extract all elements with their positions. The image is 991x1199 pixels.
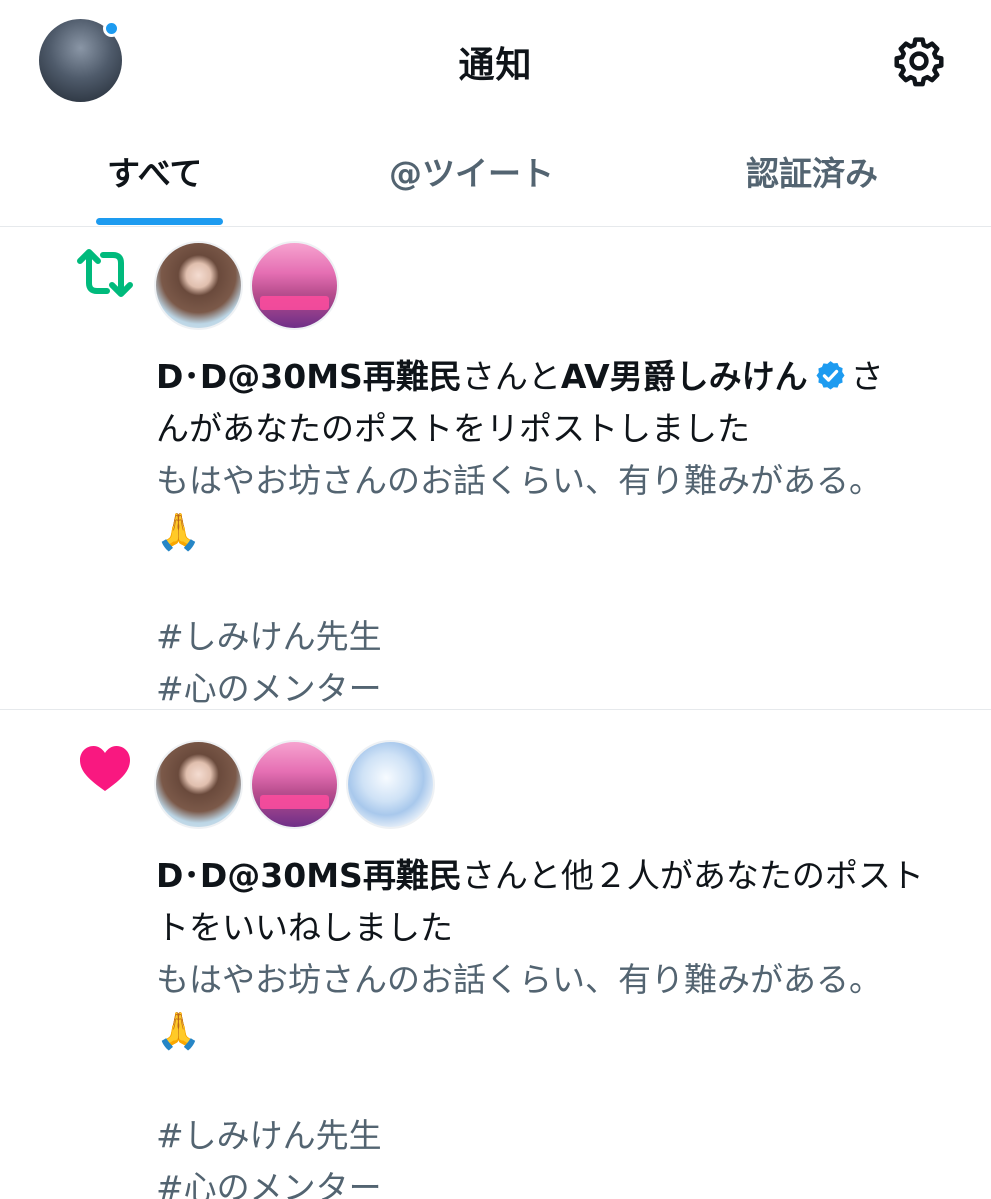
action-text: をいいねしました <box>189 908 453 947</box>
post-preview[interactable]: もはやお坊さんのお話くらい、有り難みがある。 🙏 #しみけん先生 #心のメンター <box>156 455 956 715</box>
avatar[interactable] <box>154 740 243 829</box>
notification-body: D･D@30MS再難民さんとAV男爵しみけん さんがあなたのポストをリポストしま… <box>156 351 956 715</box>
actor-name[interactable]: D･D@30MS再難民 <box>156 856 462 895</box>
tab-mentions[interactable]: @ツイート <box>389 147 554 195</box>
unread-indicator <box>103 20 120 37</box>
page-title: 通知 <box>458 45 533 86</box>
connector-text: さんと <box>461 357 561 396</box>
pray-emoji: 🙏 <box>156 1011 201 1052</box>
actor-name[interactable]: AV男爵しみけん <box>561 357 808 396</box>
avatar[interactable] <box>250 740 339 829</box>
actor-avatars <box>154 241 339 330</box>
notification-summary: D･D@30MS再難民さんとAV男爵しみけん さんがあなたのポストをリポストしま… <box>156 351 956 455</box>
heart-icon <box>80 746 130 791</box>
repost-icon <box>77 249 133 297</box>
action-text: さ <box>850 357 884 396</box>
action-text: んがあなたのポストをリポストしました <box>156 409 750 448</box>
action-text: ト <box>156 908 189 947</box>
notification-summary: D･D@30MS再難民さんと他２人があなたのポストトをいいねしました <box>156 850 956 954</box>
avatar[interactable] <box>250 241 339 330</box>
avatar[interactable] <box>346 740 435 829</box>
active-tab-indicator <box>96 218 223 225</box>
hashtag: #心のメンター <box>156 669 382 708</box>
tab-all[interactable]: すべて <box>107 147 202 195</box>
top-bar: 通知 <box>0 0 991 120</box>
tab-verified[interactable]: 認証済み <box>746 147 878 195</box>
hashtag: #心のメンター <box>156 1168 382 1199</box>
post-preview[interactable]: もはやお坊さんのお話くらい、有り難みがある。 🙏 #しみけん先生 #心のメンター <box>156 954 956 1199</box>
avatar[interactable] <box>154 241 243 330</box>
preview-text: もはやお坊さんのお話くらい、有り難みがある。 <box>156 461 882 500</box>
actor-name[interactable]: D･D@30MS再難民 <box>156 357 462 396</box>
gear-icon[interactable] <box>892 34 946 88</box>
notification-item[interactable]: D･D@30MS再難民さんとAV男爵しみけん さんがあなたのポストをリポストしま… <box>0 227 991 710</box>
preview-text: もはやお坊さんのお話くらい、有り難みがある。 <box>156 960 882 999</box>
hashtag: #しみけん先生 <box>156 617 382 656</box>
actor-avatars <box>154 740 435 829</box>
hashtag: #しみけん先生 <box>156 1116 382 1155</box>
verified-badge-icon <box>816 361 845 390</box>
notification-item[interactable]: D･D@30MS再難民さんと他２人があなたのポストトをいいねしました もはやお坊… <box>0 710 991 1199</box>
action-text: さんと他２人があなたのポスト <box>461 856 924 895</box>
notification-body: D･D@30MS再難民さんと他２人があなたのポストトをいいねしました もはやお坊… <box>156 850 956 1199</box>
notification-tabs: すべて @ツイート 認証済み <box>0 135 991 227</box>
pray-emoji: 🙏 <box>156 512 201 553</box>
